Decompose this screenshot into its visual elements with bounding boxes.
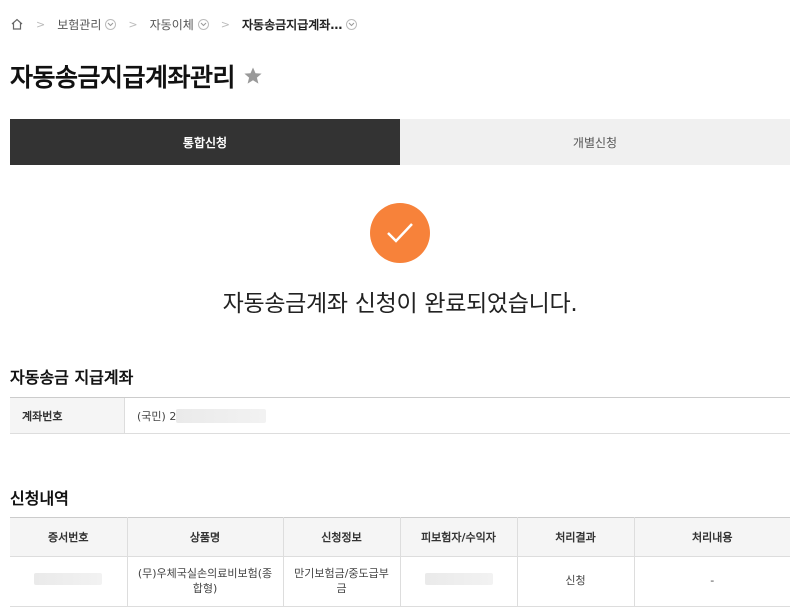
account-bank-prefix: (국민) 2 (137, 409, 177, 423)
result-cell: 신청 (517, 556, 635, 607)
request-section-title: 신청내역 (10, 489, 69, 508)
page-title: 자동송금지급계좌관리 (10, 63, 236, 92)
detail-cell: - (634, 556, 790, 607)
masked-policy-number (34, 573, 103, 586)
completion-message: 자동송금계좌 신청이 완료되었습니다. (222, 291, 578, 317)
account-number-value: (국민) 2 (125, 398, 790, 433)
chevron-down-icon[interactable] (105, 18, 117, 30)
column-header: 처리결과 (517, 517, 635, 557)
account-section-title: 자동송금 지급계좌 (10, 368, 134, 387)
success-check-icon (370, 203, 430, 263)
breadcrumb-label: 자동송금지급계좌… (242, 17, 343, 32)
tab-integrated[interactable]: 통합신청 (10, 119, 400, 165)
breadcrumb-separator: > (220, 17, 230, 31)
breadcrumb: > 보험관리 > 자동이체 > 자동송금지급계좌… (10, 14, 358, 34)
chevron-down-icon[interactable] (346, 18, 358, 30)
page-header: 자동송금지급계좌관리 (10, 58, 263, 94)
masked-insured-name (424, 573, 493, 586)
column-header: 증서번호 (10, 517, 128, 557)
table-header-row: 증서번호 상품명 신청정보 피보험자/수익자 처리결과 처리내용 (10, 517, 790, 557)
table-row: (무)우체국실손의료비보험(종합형) 만기보험금/중도급부금 신청 - (10, 556, 790, 607)
breadcrumb-label: 자동이체 (149, 17, 194, 32)
breadcrumb-separator: > (128, 17, 138, 31)
star-icon[interactable] (243, 66, 263, 86)
account-number-label: 계좌번호 (10, 398, 125, 433)
breadcrumb-item-autotransfer[interactable]: 자동이체 (150, 16, 209, 33)
breadcrumb-item-current[interactable]: 자동송금지급계좌… (242, 16, 358, 33)
policy-number-cell (10, 556, 128, 607)
breadcrumb-item-insurance[interactable]: 보험관리 (57, 16, 117, 33)
breadcrumb-label: 보험관리 (57, 17, 102, 32)
column-header: 상품명 (127, 517, 284, 557)
chevron-down-icon[interactable] (197, 18, 209, 30)
product-name-cell: (무)우체국실손의료비보험(종합형) (127, 556, 284, 607)
account-table: 계좌번호 (국민) 2 (10, 397, 790, 434)
request-info-cell: 만기보험금/중도급부금 (283, 556, 401, 607)
request-table: 증서번호 상품명 신청정보 피보험자/수익자 처리결과 처리내용 (무)우체국실… (10, 517, 790, 607)
home-link[interactable] (10, 17, 24, 31)
insured-beneficiary-cell (400, 556, 518, 607)
masked-account-number (176, 408, 267, 423)
tab-bar: 통합신청 개별신청 (10, 119, 790, 165)
tab-individual[interactable]: 개별신청 (400, 119, 790, 165)
breadcrumb-separator: > (36, 17, 46, 31)
home-icon (11, 18, 23, 30)
column-header: 처리내용 (634, 517, 790, 557)
column-header: 신청정보 (283, 517, 401, 557)
column-header: 피보험자/수익자 (400, 517, 518, 557)
